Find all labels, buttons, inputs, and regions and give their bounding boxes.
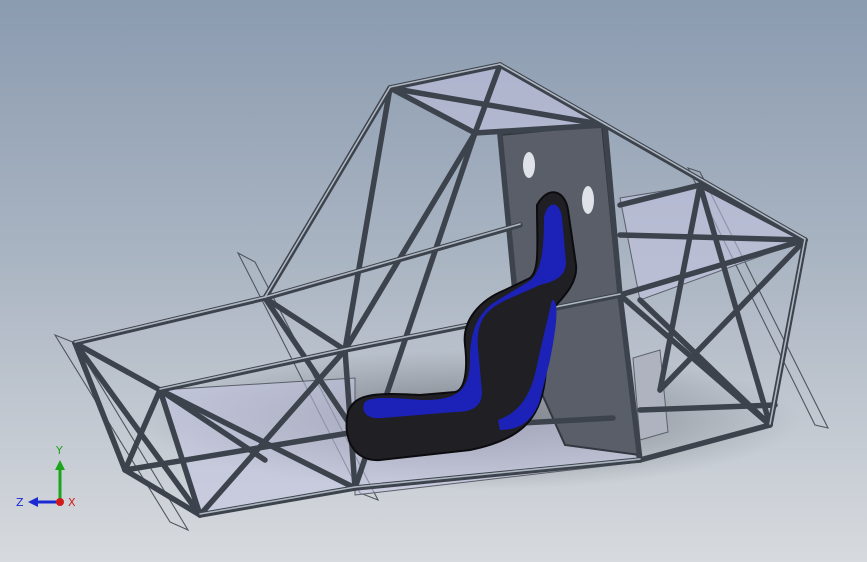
chassis-model[interactable] [0,0,867,562]
triad-z-arrow [28,497,38,507]
firewall-hole-right [582,186,594,214]
frame-tube [262,295,348,353]
triad-z-label: Z [16,496,24,509]
triad-y-arrow [55,460,65,470]
view-orientation-triad[interactable]: Y Z X [10,440,90,520]
triad-x-label: X [68,496,76,509]
frame-tube [72,295,268,346]
triad-y-label: Y [55,444,63,457]
firewall-hole-left [523,152,535,178]
frame-tube [72,340,163,393]
graphics-viewport[interactable]: Y Z X [0,0,867,562]
triad-origin [56,498,64,506]
